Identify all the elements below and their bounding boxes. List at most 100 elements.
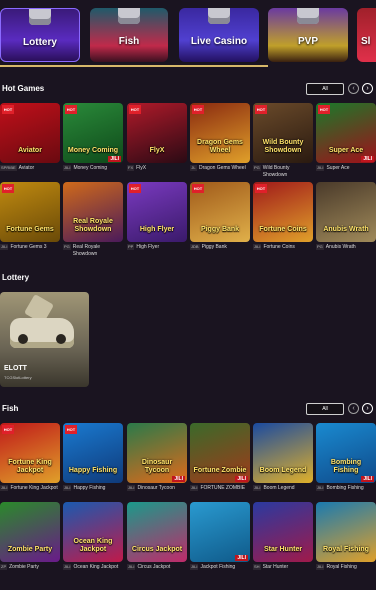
game-art-title: Dragon Gems Wheel xyxy=(197,139,243,154)
game-meta: JILI Money Coming xyxy=(63,165,123,172)
game-meta: JILI Fortune Coins xyxy=(253,244,313,251)
game-card[interactable]: HOT Money Coming JILI JILI Money Coming xyxy=(63,103,123,172)
lottery-card-elott[interactable]: ELOTT TCGSlotLottery xyxy=(0,292,89,387)
game-card[interactable]: JILI JILI Jackpot Fishing xyxy=(190,502,250,571)
game-meta: JDB Piggy Bank xyxy=(190,244,250,251)
jili-logo: JILI xyxy=(172,476,185,482)
game-thumbnail: Dinosaur Tycoon JILI xyxy=(127,423,187,483)
section-title-fish: Fish xyxy=(2,404,19,413)
game-thumbnail: HOT FlyX xyxy=(127,103,187,163)
jili-logo: JILI xyxy=(361,156,374,162)
provider-icon: JILI xyxy=(63,485,72,491)
game-card[interactable]: HOT Fortune Coins JILI Fortune Coins xyxy=(253,182,313,251)
tab-label: Fish xyxy=(118,36,140,47)
tab-slots[interactable]: Sl xyxy=(357,8,376,62)
game-card[interactable]: Boom Legend JILI Boom Legend xyxy=(253,423,313,492)
game-meta: JILI Royal Fishing xyxy=(316,564,376,571)
active-tab-underline xyxy=(0,65,268,67)
game-art-title: Dinosaur Tycoon xyxy=(141,459,173,474)
chevron-right-icon[interactable]: › xyxy=(362,83,373,94)
wheel-icon xyxy=(56,334,66,344)
game-card[interactable]: Ocean King Jackpot JILI Ocean King Jackpot xyxy=(63,502,123,571)
chevron-right-icon[interactable]: › xyxy=(362,403,373,414)
game-card[interactable]: HOT Piggy Bank JDB Piggy Bank xyxy=(190,182,250,251)
game-card[interactable]: HOT Wild Bounty Showdown PG Wild Bounty Sho… xyxy=(253,103,313,179)
game-card[interactable]: HOT Happy Fishing JILI Happy Fishing xyxy=(63,423,123,492)
game-thumbnail: Zombie Party xyxy=(0,502,60,562)
game-meta: JILI Fortune Gems 3 xyxy=(0,244,60,251)
fish-all-button[interactable]: All xyxy=(306,403,344,415)
provider-icon: PP xyxy=(127,244,135,250)
fish-icon xyxy=(118,8,140,24)
wheel-icon xyxy=(18,334,28,344)
game-name: Royal Fishing xyxy=(326,564,357,570)
game-name: Fortune King Jackpot xyxy=(10,485,58,491)
game-thumbnail: Royal Fishing xyxy=(316,502,376,562)
provider-icon: ZP xyxy=(0,564,8,570)
game-card[interactable]: Zombie Party ZP Zombie Party xyxy=(0,502,60,571)
game-art-title: Aviator xyxy=(18,147,42,154)
game-card[interactable]: Real Royale Showdown PG Real Royale Showdo… xyxy=(63,182,123,258)
section-title-hot-games: Hot Games xyxy=(2,84,45,93)
game-art-title: Fortune Coins xyxy=(259,226,307,233)
game-thumbnail: JILI xyxy=(190,502,250,562)
dealer-icon xyxy=(208,8,230,24)
game-card[interactable]: HOT Fortune King Jackpot JILI Fortune King … xyxy=(0,423,60,492)
game-card[interactable]: Dinosaur Tycoon JILI JILI Dinosaur Tycoon xyxy=(127,423,187,492)
game-art-title: Circus Jackpot xyxy=(131,546,183,553)
game-meta: JILI Super Ace xyxy=(316,165,376,172)
game-card[interactable]: HOT High Flyer PP High Flyer xyxy=(127,182,187,251)
game-art-title: Happy Fishing xyxy=(68,467,118,474)
game-card[interactable]: Fortune Zombie JILI JILI FORTUNE ZOMBIE xyxy=(190,423,250,492)
game-name: Zombie Party xyxy=(9,564,39,570)
hot-badge: HOT xyxy=(255,184,267,193)
game-meta: SH Star Hunter xyxy=(253,564,313,571)
game-meta: JILI Jackpot Fishing xyxy=(190,564,250,571)
game-card[interactable]: HOT Dragon Gems Wheel JL Dragon Gems Wheel xyxy=(190,103,250,172)
hot-badge: HOT xyxy=(65,105,77,114)
game-art-title: Super Ace xyxy=(328,147,364,154)
chevron-left-icon[interactable]: ‹ xyxy=(348,83,359,94)
game-art-title: Zombie Party xyxy=(7,546,53,553)
game-card[interactable]: Bombing Fishing JILI JILI Bombing Fishing xyxy=(316,423,376,492)
game-art-title: Fortune Gems xyxy=(6,226,54,233)
chevron-left-icon[interactable]: ‹ xyxy=(348,403,359,414)
provider-icon: JILI xyxy=(190,485,199,491)
provider-icon: PG xyxy=(63,244,71,250)
game-meta: JILI Dinosaur Tycoon xyxy=(127,485,187,492)
tab-label: Sl xyxy=(361,36,371,47)
jili-logo: JILI xyxy=(235,555,248,561)
game-card[interactable]: HOT Aviator SPRIBE Aviator xyxy=(0,103,60,172)
game-art-title: Ocean King Jackpot xyxy=(73,538,113,553)
game-name: Money Coming xyxy=(73,165,108,171)
tab-fish[interactable]: Fish xyxy=(90,8,168,62)
game-card[interactable]: Star Hunter SH Star Hunter xyxy=(253,502,313,571)
game-art-title: Bombing Fishing xyxy=(330,459,362,474)
provider-icon: JILI xyxy=(127,485,136,491)
tab-lottery[interactable]: Lottery xyxy=(0,8,80,62)
game-meta: JL Dragon Gems Wheel xyxy=(190,165,250,172)
game-thumbnail: Star Hunter xyxy=(253,502,313,562)
game-meta: PG Wild Bounty Showdown xyxy=(253,165,313,179)
game-thumbnail: Ocean King Jackpot xyxy=(63,502,123,562)
game-card[interactable]: HOT Super Ace JILI JILI Super Ace xyxy=(316,103,376,172)
hot-badge: HOT xyxy=(65,425,77,434)
game-card[interactable]: HOT Fortune Gems JILI Fortune Gems 3 xyxy=(0,182,60,251)
tab-pvp[interactable]: PVP xyxy=(268,8,348,62)
game-thumbnail: HOT High Flyer xyxy=(127,182,187,242)
game-meta: JILI Boom Legend xyxy=(253,485,313,492)
game-card[interactable]: Anubis Wrath PG Anubis Wrath xyxy=(316,182,376,251)
hot-games-all-button[interactable]: All xyxy=(306,83,344,95)
lottery-card-subtitle: TCGSlotLottery xyxy=(4,375,32,380)
game-card[interactable]: Royal Fishing JILI Royal Fishing xyxy=(316,502,376,571)
game-name: High Flyer xyxy=(136,244,160,250)
game-name: Happy Fishing xyxy=(73,485,106,491)
game-name: Fortune Coins xyxy=(263,244,295,250)
game-name: Fortune Gems 3 xyxy=(10,244,47,250)
game-card[interactable]: Circus Jackpot JILI Circus Jackpot xyxy=(127,502,187,571)
game-thumbnail: Boom Legend xyxy=(253,423,313,483)
tab-live-casino[interactable]: Live Casino xyxy=(179,8,259,62)
game-card[interactable]: HOT FlyX FX FlyX xyxy=(127,103,187,172)
game-meta: JILI Bombing Fishing xyxy=(316,485,376,492)
game-name: Boom Legend xyxy=(263,485,295,491)
